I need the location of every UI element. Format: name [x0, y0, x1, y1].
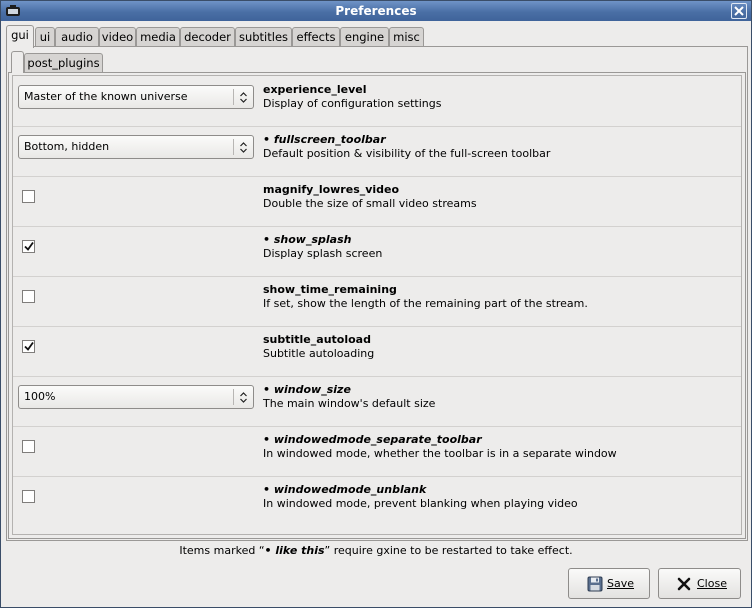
subtab-general[interactable] [11, 51, 24, 73]
show-splash-checkbox[interactable] [22, 240, 35, 253]
subtab-post-plugins[interactable]: post_plugins [24, 53, 103, 73]
setting-row-subtitle-autoload: subtitle_autoload Subtitle autoloading [13, 326, 741, 377]
tab-gui[interactable]: gui [6, 25, 34, 48]
setting-row-show-time-remaining: show_time_remaining If set, show the len… [13, 276, 741, 327]
setting-description: Double the size of small video streams [263, 197, 477, 210]
save-button-label: Save [607, 577, 635, 590]
combo-value: 100% [24, 390, 56, 403]
close-button[interactable]: Close [658, 568, 741, 599]
gui-tab-panel: post_plugins Master of the known univers… [6, 46, 748, 541]
window-size-combo[interactable]: 100% [18, 385, 254, 409]
setting-row-magnify-lowres-video: magnify_lowres_video Double the size of … [13, 176, 741, 227]
setting-description: In windowed mode, prevent blanking when … [263, 497, 578, 510]
save-button[interactable]: Save [568, 568, 650, 599]
tab-misc[interactable]: misc [389, 27, 424, 47]
subtab-panel: Master of the known universe experience_… [8, 72, 746, 539]
setting-description: The main window's default size [263, 397, 436, 410]
setting-name: experience_level [263, 83, 367, 96]
updown-arrows-icon [240, 92, 247, 103]
setting-row-show-splash: • show_splash Display splash screen [13, 226, 741, 277]
setting-row-experience-level: Master of the known universe experience_… [13, 76, 741, 127]
preferences-window: Preferences gui ui audio video media dec… [0, 0, 752, 608]
gxine-app-icon [5, 4, 21, 17]
setting-name: • window_size [263, 383, 351, 396]
updown-arrows-icon [240, 142, 247, 153]
experience-level-combo[interactable]: Master of the known universe [18, 85, 254, 109]
magnify-lowres-video-checkbox[interactable] [22, 190, 35, 203]
setting-name: magnify_lowres_video [263, 183, 400, 196]
setting-description: Default position & visibility of the ful… [263, 147, 551, 160]
setting-name: • windowedmode_separate_toolbar [263, 433, 482, 446]
setting-name: • show_splash [263, 233, 352, 246]
setting-row-fullscreen-toolbar: Bottom, hidden • fullscreen_toolbar Defa… [13, 126, 741, 177]
setting-description: Display splash screen [263, 247, 383, 260]
windowedmode-separate-toolbar-checkbox[interactable] [22, 440, 35, 453]
fullscreen-toolbar-combo[interactable]: Bottom, hidden [18, 135, 254, 159]
combo-value: Bottom, hidden [24, 140, 110, 153]
updown-arrows-icon [240, 392, 247, 403]
subtitle-autoload-checkbox[interactable] [22, 340, 35, 353]
setting-name: subtitle_autoload [263, 333, 371, 346]
tab-audio[interactable]: audio [55, 27, 99, 47]
settings-list: Master of the known universe experience_… [12, 75, 742, 535]
tab-video[interactable]: video [99, 27, 136, 47]
setting-name: • fullscreen_toolbar [263, 133, 386, 146]
tab-effects[interactable]: effects [292, 27, 340, 47]
combo-value: Master of the known universe [24, 90, 188, 103]
tab-ui[interactable]: ui [35, 27, 55, 47]
windowedmode-unblank-checkbox[interactable] [22, 490, 35, 503]
restart-marker-example: • like this [264, 544, 325, 557]
setting-name: show_time_remaining [263, 283, 397, 296]
setting-description: Display of configuration settings [263, 97, 442, 110]
floppy-disk-icon [587, 576, 603, 592]
checkmark-icon [24, 341, 34, 351]
tab-subtitles[interactable]: subtitles [235, 27, 292, 47]
window-title: Preferences [335, 4, 417, 18]
tab-engine[interactable]: engine [340, 27, 389, 47]
window-close-icon[interactable] [731, 3, 747, 19]
tab-media[interactable]: media [136, 27, 180, 47]
setting-description: If set, show the length of the remaining… [263, 297, 588, 310]
title-bar[interactable]: Preferences [1, 1, 751, 21]
close-button-label: Close [697, 577, 727, 590]
restart-footnote: Items marked “• like this” require gxine… [179, 544, 573, 557]
setting-row-windowedmode-separate-toolbar: • windowedmode_separate_toolbar In windo… [13, 426, 741, 477]
setting-description: Subtitle autoloading [263, 347, 375, 360]
show-time-remaining-checkbox[interactable] [22, 290, 35, 303]
setting-row-window-size: 100% • window_size The main window's def… [13, 376, 741, 427]
setting-name: • windowedmode_unblank [263, 483, 427, 496]
setting-description: In windowed mode, whether the toolbar is… [263, 447, 617, 460]
close-icon [677, 577, 691, 591]
tab-decoder[interactable]: decoder [180, 27, 235, 47]
setting-row-windowedmode-unblank: • windowedmode_unblank In windowed mode,… [13, 476, 741, 526]
checkmark-icon [24, 241, 34, 251]
